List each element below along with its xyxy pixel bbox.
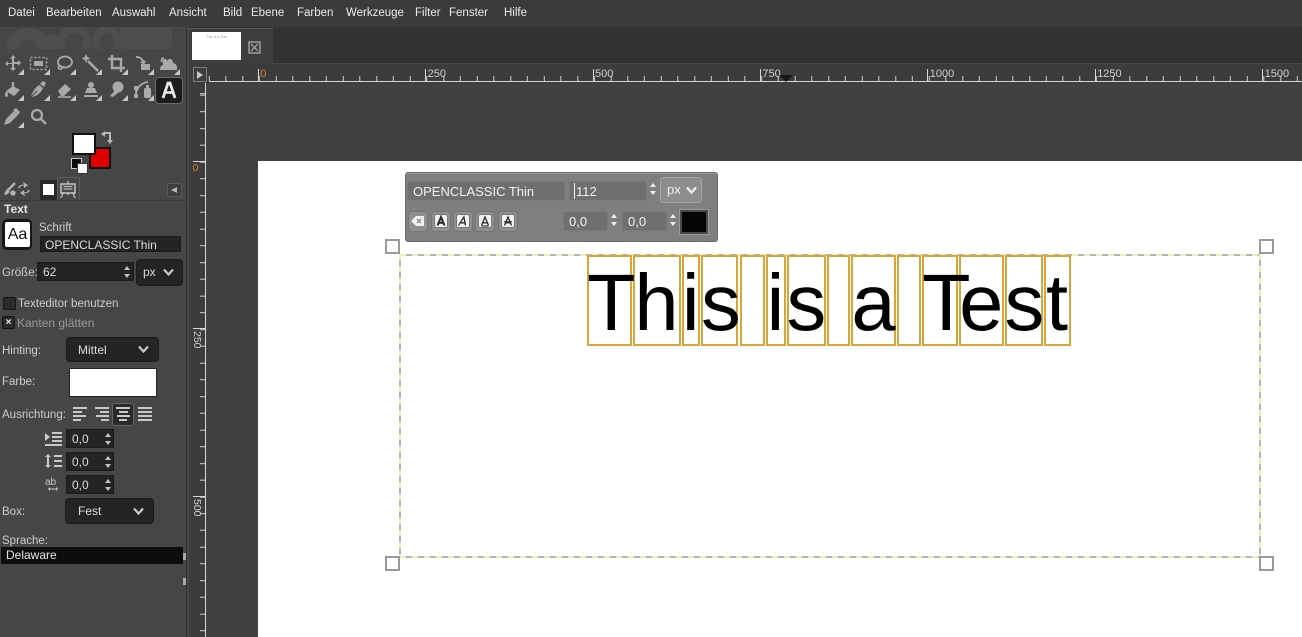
svg-text:ab: ab bbox=[45, 477, 57, 488]
